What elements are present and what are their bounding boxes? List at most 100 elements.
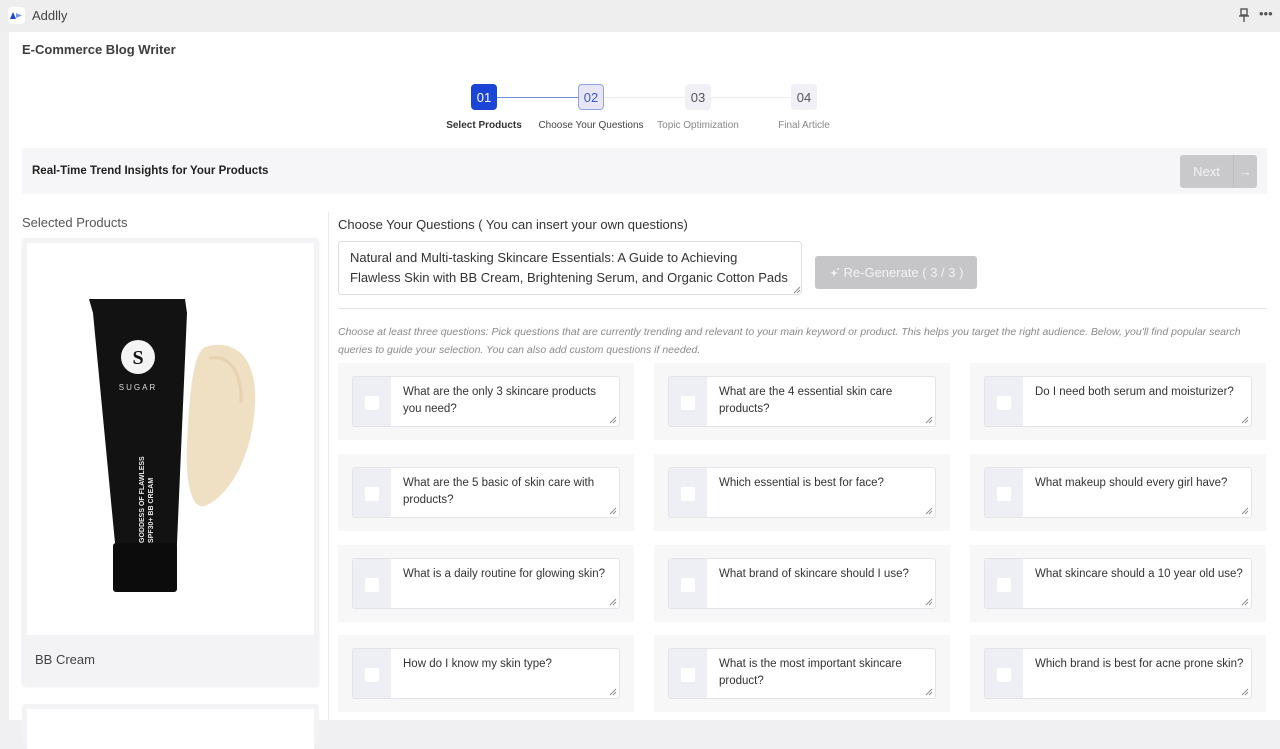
resize-grip-icon[interactable] [609, 507, 617, 515]
next-button-label: Next [1193, 164, 1220, 179]
topic-input[interactable]: Natural and Multi-tasking Skincare Essen… [338, 241, 802, 295]
selected-products-label: Selected Products [22, 215, 128, 230]
question-text[interactable]: Which brand is best for acne prone skin? [1035, 656, 1245, 673]
question-text[interactable]: How do I know my skin type? [403, 656, 613, 673]
question-field[interactable]: Which brand is best for acne prone skin? [984, 648, 1252, 699]
insights-bar: Real-Time Trend Insights for Your Produc… [22, 148, 1267, 194]
step-3-number[interactable]: 03 [685, 84, 711, 110]
question-item: Which essential is best for face? [654, 454, 950, 531]
question-text[interactable]: What are the 4 essential skin care produ… [719, 384, 929, 418]
product-name: BB Cream [35, 652, 95, 667]
sparkle-icon [829, 268, 839, 277]
question-item: What is a daily routine for glowing skin… [338, 545, 634, 622]
regenerate-button-label: Re-Generate ( 3 / 3 ) [843, 265, 964, 280]
question-text[interactable]: Which essential is best for face? [719, 475, 929, 492]
question-checkbox[interactable] [997, 396, 1011, 410]
question-text[interactable]: What makeup should every girl have? [1035, 475, 1245, 492]
question-checkbox[interactable] [365, 578, 379, 592]
resize-grip-icon[interactable] [1241, 416, 1249, 424]
question-checkbox-area[interactable] [669, 377, 707, 426]
question-checkbox[interactable] [365, 396, 379, 410]
product-card[interactable]: S SUGAR GODDESS OF FLAWLESS SPF30+ BB CR… [22, 238, 319, 686]
question-text[interactable]: What are the only 3 skincare products yo… [403, 384, 613, 418]
arrow-right-icon: → [1239, 164, 1252, 179]
question-checkbox[interactable] [681, 396, 695, 410]
step-1-label: Select Products [446, 120, 522, 131]
question-item: What makeup should every girl have? [970, 454, 1266, 531]
question-text[interactable]: What is a daily routine for glowing skin… [403, 566, 613, 583]
question-field[interactable]: What brand of skincare should I use? [668, 558, 936, 609]
question-field[interactable]: What are the 4 essential skin care produ… [668, 376, 936, 427]
question-checkbox[interactable] [997, 578, 1011, 592]
question-checkbox[interactable] [365, 668, 379, 682]
question-field[interactable]: Do I need both serum and moisturizer? [984, 376, 1252, 427]
question-checkbox-area[interactable] [985, 468, 1023, 517]
resize-grip-icon[interactable] [1241, 598, 1249, 606]
step-4-label: Final Article [778, 120, 830, 131]
question-checkbox-area[interactable] [985, 377, 1023, 426]
question-item: What are the only 3 skincare products yo… [338, 363, 634, 440]
svg-text:SPF30+ BB CREAM: SPF30+ BB CREAM [148, 478, 155, 543]
brand-text: SUGAR [119, 383, 157, 392]
question-checkbox-area[interactable] [669, 559, 707, 608]
window-titlebar: Addlly ••• [0, 0, 1280, 32]
svg-text:GODDESS OF FLAWLESS: GODDESS OF FLAWLESS [139, 456, 146, 543]
question-checkbox-area[interactable] [669, 468, 707, 517]
step-4-number[interactable]: 04 [791, 84, 817, 110]
resize-grip-icon[interactable] [609, 416, 617, 424]
more-options-icon[interactable]: ••• [1259, 6, 1273, 21]
question-text[interactable]: What is the most important skincare prod… [719, 656, 929, 690]
resize-grip-icon[interactable] [1241, 507, 1249, 515]
column-divider [328, 212, 329, 720]
product-card[interactable] [22, 704, 319, 749]
pin-icon[interactable] [1238, 8, 1250, 23]
question-item: How do I know my skin type? [338, 635, 634, 712]
question-checkbox-area[interactable] [353, 377, 391, 426]
resize-grip-icon[interactable] [793, 286, 801, 294]
addlly-logo-icon [8, 7, 25, 24]
resize-grip-icon[interactable] [925, 688, 933, 696]
question-checkbox[interactable] [997, 668, 1011, 682]
resize-grip-icon[interactable] [609, 598, 617, 606]
question-field[interactable]: What is a daily routine for glowing skin… [352, 558, 620, 609]
question-field[interactable]: How do I know my skin type? [352, 648, 620, 699]
question-checkbox[interactable] [997, 487, 1011, 501]
question-field[interactable]: What is the most important skincare prod… [668, 648, 936, 699]
question-checkbox-area[interactable] [669, 649, 707, 698]
resize-grip-icon[interactable] [925, 416, 933, 424]
question-field[interactable]: What are the only 3 skincare products yo… [352, 376, 620, 427]
question-checkbox-area[interactable] [985, 649, 1023, 698]
resize-grip-icon[interactable] [925, 598, 933, 606]
resize-grip-icon[interactable] [925, 507, 933, 515]
question-field[interactable]: What makeup should every girl have? [984, 467, 1252, 518]
question-text[interactable]: What brand of skincare should I use? [719, 566, 929, 583]
step-3-label: Topic Optimization [657, 120, 739, 131]
question-checkbox[interactable] [681, 578, 695, 592]
next-button[interactable]: Next → [1180, 155, 1257, 188]
step-connector-1 [497, 97, 578, 98]
question-item: Do I need both serum and moisturizer? [970, 363, 1266, 440]
question-text[interactable]: What skincare should a 10 year old use? [1035, 566, 1245, 583]
section-divider [338, 308, 1267, 309]
question-field[interactable]: Which essential is best for face? [668, 467, 936, 518]
step-1-number[interactable]: 01 [471, 84, 497, 110]
question-item: What brand of skincare should I use? [654, 545, 950, 622]
step-2-number[interactable]: 02 [578, 84, 604, 110]
resize-grip-icon[interactable] [609, 688, 617, 696]
question-checkbox-area[interactable] [353, 559, 391, 608]
regenerate-button[interactable]: Re-Generate ( 3 / 3 ) [815, 256, 977, 289]
question-checkbox-area[interactable] [985, 559, 1023, 608]
question-text[interactable]: What are the 5 basic of skin care with p… [403, 475, 613, 509]
question-checkbox[interactable] [365, 487, 379, 501]
question-item: Which brand is best for acne prone skin? [970, 635, 1266, 712]
question-checkbox-area[interactable] [353, 649, 391, 698]
question-checkbox[interactable] [681, 668, 695, 682]
question-item: What are the 5 basic of skin care with p… [338, 454, 634, 531]
question-field[interactable]: What skincare should a 10 year old use? [984, 558, 1252, 609]
step-connector-2 [604, 97, 685, 98]
question-checkbox-area[interactable] [353, 468, 391, 517]
resize-grip-icon[interactable] [1241, 688, 1249, 696]
question-field[interactable]: What are the 5 basic of skin care with p… [352, 467, 620, 518]
question-text[interactable]: Do I need both serum and moisturizer? [1035, 384, 1245, 401]
question-checkbox[interactable] [681, 487, 695, 501]
